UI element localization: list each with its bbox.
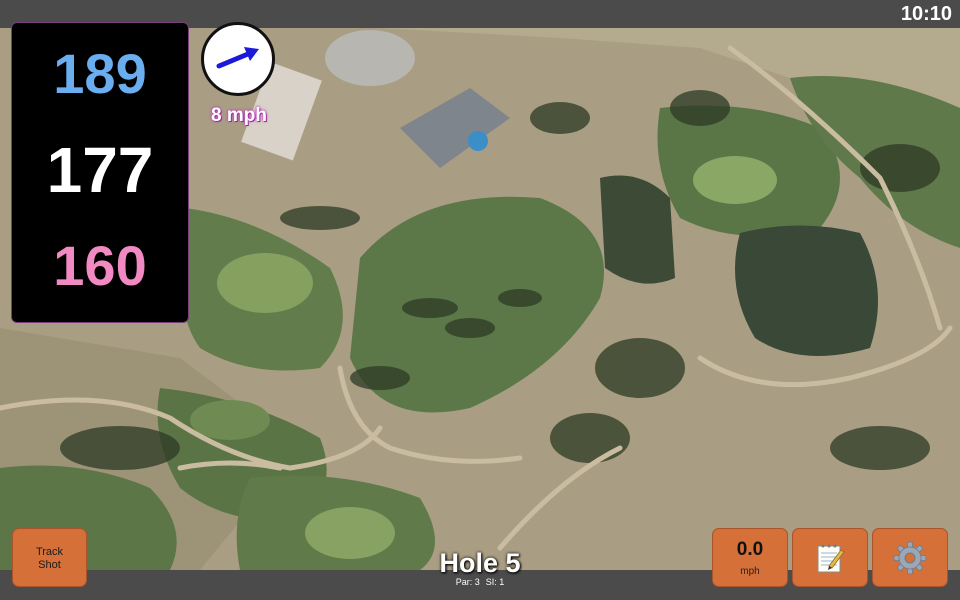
- speed-button[interactable]: 0.0 mph: [712, 528, 788, 587]
- notepad-icon: [817, 544, 845, 572]
- wind-speed: 8 mph: [211, 105, 267, 126]
- distance-panel: 189 177 160: [11, 22, 189, 323]
- speed-value: 0.0: [736, 539, 764, 560]
- gear-icon: [893, 541, 927, 574]
- middle-distance: 177: [46, 134, 154, 206]
- wind-arrow-icon: [216, 47, 259, 69]
- back-distance: 189: [53, 42, 147, 105]
- track-shot-button[interactable]: Track Shot: [12, 528, 87, 587]
- speed-unit: mph: [740, 566, 760, 577]
- clock: 10:10: [900, 3, 952, 25]
- track-shot-label-2: Shot: [38, 559, 61, 571]
- hole-title: Hole 5: [439, 548, 521, 578]
- track-shot-label-1: Track: [35, 546, 64, 558]
- hole-info: Par: 3 SI: 1: [380, 577, 580, 587]
- notes-button[interactable]: [792, 528, 868, 587]
- wind-indicator: [201, 22, 275, 96]
- front-distance: 160: [53, 234, 147, 297]
- settings-button[interactable]: [872, 528, 948, 587]
- hole-par: Par: 3: [455, 577, 480, 587]
- hole-si: SI: 1: [485, 577, 505, 587]
